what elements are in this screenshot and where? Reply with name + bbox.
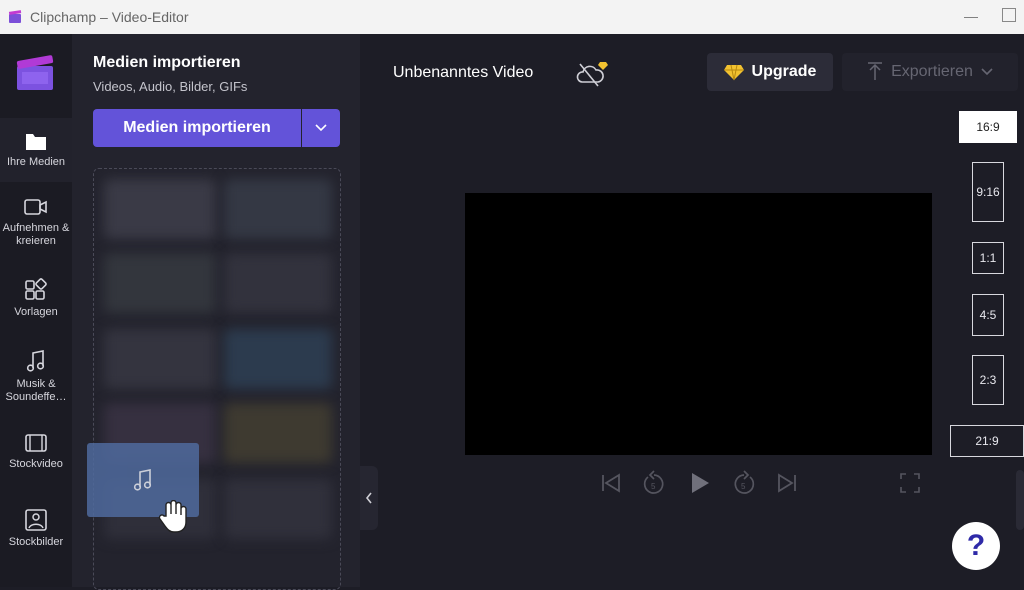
side-scroll-handle[interactable] xyxy=(1016,470,1024,530)
nav-item-stockvideo[interactable]: Stockvideo xyxy=(0,432,72,471)
video-preview[interactable] xyxy=(465,193,932,455)
window-title: Clipchamp – Video-Editor xyxy=(30,9,189,25)
film-icon xyxy=(25,434,47,452)
import-media-button[interactable]: Medien importieren xyxy=(93,109,301,147)
svg-text:5: 5 xyxy=(741,482,746,491)
export-button[interactable]: Exportieren xyxy=(842,53,1018,91)
rewind-5-icon[interactable]: 5 xyxy=(641,470,667,498)
upload-icon xyxy=(868,62,883,80)
nav-label: Stockvideo xyxy=(9,458,63,470)
nav-label: Aufnehmen & kreieren xyxy=(2,222,70,247)
templates-icon xyxy=(25,278,47,300)
upgrade-label: Upgrade xyxy=(751,63,817,80)
image-icon xyxy=(25,509,47,531)
nav-item-musik[interactable]: Musik & Soundeffe… xyxy=(0,348,72,404)
collapse-panel-button[interactable] xyxy=(360,466,378,530)
blurred-thumbnail xyxy=(104,253,216,313)
aspect-ratio-21-9[interactable]: 21:9 xyxy=(950,425,1024,457)
media-drop-zone[interactable] xyxy=(93,168,341,590)
aspect-ratio-9-16[interactable]: 9:16 xyxy=(972,162,1004,222)
minimize-button[interactable]: — xyxy=(964,8,978,24)
blurred-thumbnail xyxy=(224,179,332,239)
music-icon xyxy=(26,350,45,372)
left-nav: Ihre Medien Aufnehmen & kreieren Vorlage… xyxy=(0,34,72,587)
blurred-thumbnail xyxy=(224,403,332,463)
skip-to-start-icon[interactable] xyxy=(600,470,622,496)
title-bar: Clipchamp – Video-Editor — xyxy=(0,0,1024,34)
chevron-left-icon xyxy=(365,492,372,504)
chevron-down-icon xyxy=(981,68,993,76)
nav-item-ihre-medien[interactable]: Ihre Medien xyxy=(0,118,72,182)
nav-label: Musik & Soundeffe… xyxy=(5,378,67,403)
aspect-ratio-4-5[interactable]: 4:5 xyxy=(972,294,1004,336)
nav-label: Ihre Medien xyxy=(6,156,66,168)
clipchamp-logo xyxy=(16,55,54,90)
blurred-thumbnail xyxy=(104,179,216,239)
forward-5-icon[interactable]: 5 xyxy=(731,470,757,498)
nav-item-stockbilder[interactable]: Stockbilder xyxy=(0,508,72,549)
blurred-thumbnail xyxy=(224,479,332,539)
aspect-ratio-1-1[interactable]: 1:1 xyxy=(972,242,1004,274)
blurred-thumbnail xyxy=(104,329,216,389)
panel-heading: Medien importieren xyxy=(93,54,241,71)
video-title[interactable]: Unbenanntes Video xyxy=(393,64,533,82)
upgrade-button[interactable]: Upgrade xyxy=(707,53,833,91)
skip-to-end-icon[interactable] xyxy=(776,470,798,496)
aspect-ratio-16-9[interactable]: 16:9 xyxy=(959,111,1017,143)
help-button[interactable]: ? xyxy=(952,522,1000,570)
blurred-thumbnail xyxy=(224,329,332,389)
hand-cursor-icon xyxy=(158,500,187,533)
nav-item-vorlagen[interactable]: Vorlagen xyxy=(0,278,72,319)
blurred-thumbnail xyxy=(224,253,332,313)
svg-text:5: 5 xyxy=(651,482,656,491)
premium-gem-icon xyxy=(598,62,608,70)
play-icon[interactable] xyxy=(688,470,712,496)
nav-item-aufnehmen[interactable]: Aufnehmen & kreieren xyxy=(0,196,72,248)
nav-label: Vorlagen xyxy=(14,306,58,318)
cloud-sync-off-icon[interactable] xyxy=(576,60,610,90)
folder-icon xyxy=(26,134,46,150)
panel-subheading: Videos, Audio, Bilder, GIFs xyxy=(93,79,248,94)
diamond-icon xyxy=(723,64,744,81)
maximize-button[interactable] xyxy=(1002,8,1016,22)
fullscreen-icon[interactable] xyxy=(900,473,920,493)
nav-label: Stockbilder xyxy=(8,536,64,548)
aspect-ratio-2-3[interactable]: 2:3 xyxy=(972,355,1004,405)
clipchamp-app-icon xyxy=(8,10,22,23)
music-note-icon xyxy=(133,469,152,491)
chevron-down-icon xyxy=(315,124,327,132)
camera-icon xyxy=(24,199,47,215)
import-dropdown-button[interactable] xyxy=(302,109,340,147)
export-label: Exportieren xyxy=(891,63,973,80)
